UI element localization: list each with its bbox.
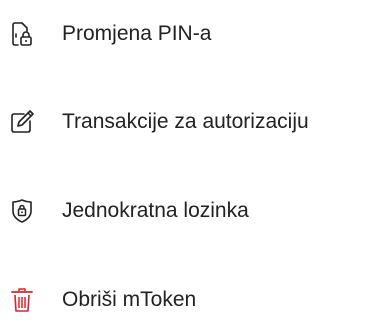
menu-item-label: Obriši mToken: [62, 288, 197, 311]
menu-item-label: Jednokratna lozinka: [62, 199, 249, 222]
menu-item-delete-mtoken[interactable]: Obriši mToken: [0, 270, 376, 330]
menu-item-label: Promjena PIN-a: [62, 22, 212, 45]
pin-change-icon: [8, 20, 36, 48]
authorize-pen-icon: [8, 108, 36, 136]
trash-icon: [8, 286, 36, 314]
settings-menu: Promjena PIN-a Transakcije za autorizaci…: [0, 0, 376, 320]
menu-item-authorize-transactions[interactable]: Transakcije za autorizaciju: [0, 92, 376, 152]
menu-item-label: Transakcije za autorizaciju: [62, 110, 309, 133]
one-time-password-shield-icon: [8, 197, 36, 225]
menu-item-one-time-password[interactable]: Jednokratna lozinka: [0, 181, 376, 241]
menu-item-change-pin[interactable]: Promjena PIN-a: [0, 4, 376, 64]
